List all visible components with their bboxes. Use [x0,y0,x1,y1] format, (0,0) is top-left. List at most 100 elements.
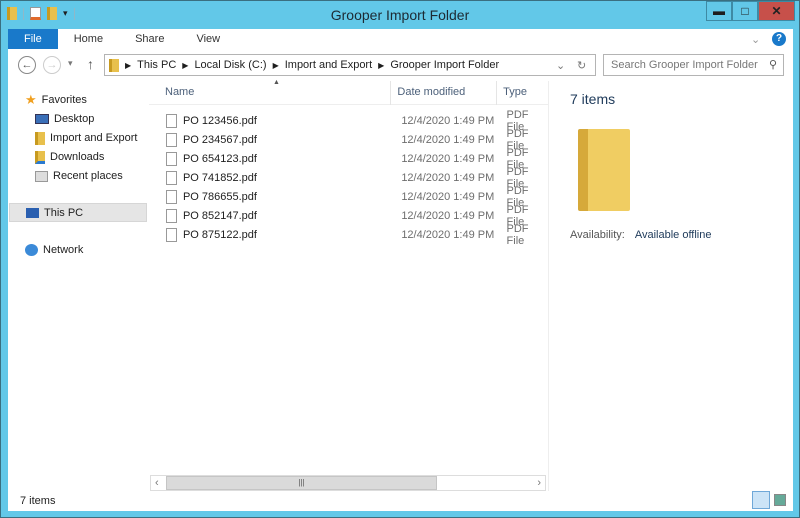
file-row[interactable]: PO 234567.pdf 12/4/2020 1:49 PM PDF File [149,128,549,152]
refresh-icon[interactable]: ↻ [577,59,586,72]
navigation-pane: ★ Favorites Desktop Import and Export Dow… [8,85,149,515]
details-item-count: 7 items [570,91,616,107]
file-date: 12/4/2020 1:49 PM [401,114,495,127]
status-bar-count: 7 items [20,495,56,507]
chevron-right-icon[interactable]: ▶ [273,61,279,70]
file-name: PO 741852.pdf [182,171,257,184]
file-name: PO 123456.pdf [182,114,257,127]
horizontal-scrollbar[interactable]: ‹ ||| › [150,475,546,491]
pdf-file-icon [166,208,177,223]
chevron-right-icon[interactable]: ▶ [182,61,188,70]
tab-view[interactable]: View [180,29,236,49]
availability-value: Available offline [634,229,712,241]
nav-recent-places[interactable]: Recent places [35,167,123,185]
file-date: 12/4/2020 1:49 PM [401,152,495,165]
column-date-modified[interactable]: Date modified [391,80,498,105]
nav-import-export[interactable]: Import and Export [35,129,137,147]
chevron-right-icon[interactable]: ▶ [125,61,131,70]
file-row[interactable]: PO 654123.pdf 12/4/2020 1:49 PM PDF File [149,147,549,171]
up-button[interactable]: ↑ [87,56,94,72]
breadcrumb-local-disk[interactable]: Local Disk (C:) [194,59,266,71]
file-row[interactable]: PO 786655.pdf 12/4/2020 1:49 PM PDF File [149,185,549,209]
file-type: PDF File [506,222,529,247]
file-row[interactable]: PO 852147.pdf 12/4/2020 1:49 PM PDF File [149,204,549,228]
star-icon: ★ [25,92,37,107]
column-type[interactable]: Type [497,81,548,105]
tab-share[interactable]: Share [119,29,180,49]
expand-ribbon-icon[interactable]: ⌄ [751,33,760,46]
tab-home[interactable]: Home [58,29,119,49]
file-date: 12/4/2020 1:49 PM [401,228,495,241]
nav-desktop[interactable]: Desktop [35,110,94,128]
availability-label: Availability: [570,229,625,241]
large-folder-icon [578,129,630,211]
folder-icon [109,58,119,72]
explorer-window: ▾ Grooper Import Folder ▬ □ ✕ File Home … [0,0,800,518]
address-dropdown-icon[interactable]: ⌄ [556,59,565,72]
file-name: PO 786655.pdf [182,190,257,203]
file-row[interactable]: PO 123456.pdf 12/4/2020 1:49 PM PDF File [149,109,549,133]
forward-button[interactable]: → [43,56,61,74]
nav-label: This PC [44,206,84,219]
nav-network[interactable]: Network [25,241,83,259]
file-name: PO 654123.pdf [182,152,257,165]
file-row[interactable]: PO 875122.pdf 12/4/2020 1:49 PM PDF File [149,222,549,247]
details-pane: 7 items Availability: Available offline [570,91,711,241]
folder-icon [35,131,45,145]
recent-places-icon [35,170,48,182]
pdf-file-icon [166,170,177,185]
file-row[interactable]: PO 741852.pdf 12/4/2020 1:49 PM PDF File [149,166,549,190]
file-name: PO 875122.pdf [182,228,257,241]
large-icons-view-icon[interactable] [774,494,786,506]
downloads-icon [35,150,45,164]
sort-ascending-icon: ▲ [273,79,280,86]
pdf-file-icon [166,227,177,242]
pdf-file-icon [166,189,177,204]
recent-locations-icon[interactable]: ▾ [68,58,73,69]
ribbon-tabs: File Home Share View ⌄ ? [8,29,793,49]
back-button[interactable]: ← [18,56,36,74]
search-input[interactable]: Search Grooper Import Folder ⚲ [603,54,784,76]
breadcrumb-import-export[interactable]: Import and Export [285,59,372,71]
network-icon [25,244,38,256]
computer-icon [26,207,39,218]
file-date: 12/4/2020 1:49 PM [401,171,495,184]
nav-favorites[interactable]: ★ Favorites [25,91,87,109]
scroll-right-icon[interactable]: › [537,477,541,489]
nav-label: Desktop [54,113,95,125]
file-name: PO 234567.pdf [182,133,257,146]
close-button[interactable]: ✕ [758,1,795,21]
nav-label: Favorites [41,94,87,106]
nav-label: Import and Export [50,132,138,144]
pdf-file-icon [166,132,177,147]
file-date: 12/4/2020 1:49 PM [401,209,495,222]
nav-downloads[interactable]: Downloads [35,148,104,166]
title-bar: ▾ Grooper Import Folder ▬ □ ✕ [1,1,799,29]
tab-file[interactable]: File [8,29,58,49]
column-name[interactable]: Name [149,80,392,105]
scroll-left-icon[interactable]: ‹ [155,477,159,489]
search-icon[interactable]: ⚲ [769,58,777,71]
nav-label: Downloads [50,151,105,163]
address-bar[interactable]: ▶ This PC ▶ Local Disk (C:) ▶ Import and Ex… [104,54,596,76]
pdf-file-icon [166,113,177,128]
desktop-icon [35,114,49,124]
column-headers: Name Date modified Type [149,80,548,105]
minimize-button[interactable]: ▬ [706,1,732,21]
chevron-right-icon[interactable]: ▶ [378,61,384,70]
file-date: 12/4/2020 1:49 PM [401,190,495,203]
file-list: ▲ Name Date modified Type PO 123456.pdf 1… [149,79,549,491]
address-row: ← → ▾ ↑ ▶ This PC ▶ Local Disk (C:) ▶ Impor… [8,53,793,79]
maximize-button[interactable]: □ [732,1,758,21]
help-icon[interactable]: ? [772,32,786,46]
nav-label: Network [43,244,84,256]
breadcrumb-this-pc[interactable]: This PC [137,59,176,71]
window-title: Grooper Import Folder [330,7,470,23]
nav-this-pc[interactable]: This PC [9,203,147,222]
file-name: PO 852147.pdf [182,209,257,222]
file-date: 12/4/2020 1:49 PM [401,133,495,146]
pdf-file-icon [166,151,177,166]
breadcrumb-current-folder[interactable]: Grooper Import Folder [390,59,499,71]
details-view-icon[interactable] [752,491,770,509]
scrollbar-thumb[interactable]: ||| [166,476,437,490]
